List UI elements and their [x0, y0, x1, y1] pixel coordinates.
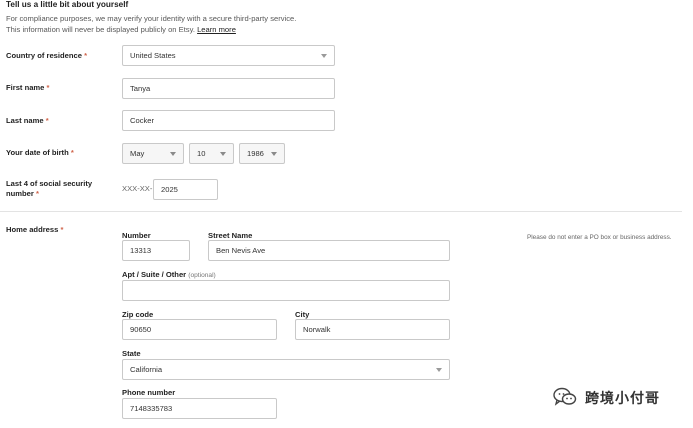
chevron-down-icon: [220, 152, 226, 156]
watermark-text: 跨境小付哥: [585, 390, 660, 406]
apt-label: Apt / Suite / Other (optional): [122, 270, 216, 279]
phone-input[interactable]: 7148335783: [122, 398, 277, 419]
street-label: Street Name: [208, 231, 253, 240]
city-label: City: [295, 310, 310, 319]
chevron-down-icon: [271, 152, 277, 156]
first-name-input[interactable]: Tanya: [122, 78, 335, 99]
dob-year-select[interactable]: 1986: [239, 143, 285, 164]
ssn-input[interactable]: 2025: [153, 179, 218, 200]
apt-input[interactable]: [122, 280, 450, 301]
intro-text: For compliance purposes, we may verify y…: [6, 13, 296, 35]
wechat-logo-icon: [552, 386, 578, 408]
address-hint: Please do not enter a PO box or business…: [527, 234, 672, 241]
number-label: Number: [122, 231, 151, 240]
street-input[interactable]: Ben Nevis Ave: [208, 240, 450, 261]
last-name-label: Last name *: [6, 116, 49, 125]
learn-more-link[interactable]: Learn more: [197, 25, 236, 34]
state-select[interactable]: California: [122, 359, 450, 380]
city-input[interactable]: Norwalk: [295, 319, 450, 340]
country-select[interactable]: United States: [122, 45, 335, 66]
country-label: Country of residence *: [6, 51, 88, 60]
first-name-label: First name *: [6, 83, 50, 92]
ssn-label: Last 4 of social security number *: [6, 179, 93, 198]
ssn-prefix: XXX-XX-: [122, 184, 153, 193]
zip-label: Zip code: [122, 310, 154, 319]
section-title: Tell us a little bit about yourself: [6, 0, 129, 9]
chevron-down-icon: [436, 368, 442, 372]
dob-month-select[interactable]: May: [122, 143, 184, 164]
chevron-down-icon: [321, 54, 327, 58]
zip-input[interactable]: 90650: [122, 319, 277, 340]
chevron-down-icon: [170, 152, 176, 156]
state-label: State: [122, 349, 141, 358]
number-input[interactable]: 13313: [122, 240, 190, 261]
dob-day-select[interactable]: 10: [189, 143, 234, 164]
intro-line-1: For compliance purposes, we may verify y…: [6, 14, 297, 23]
intro-line-2: This information will never be displayed…: [6, 25, 236, 34]
phone-label: Phone number: [122, 388, 176, 397]
section-divider: [0, 211, 682, 212]
dob-label: Your date of birth *: [6, 148, 74, 157]
last-name-input[interactable]: Cocker: [122, 110, 335, 131]
home-address-label: Home address *: [6, 225, 64, 234]
